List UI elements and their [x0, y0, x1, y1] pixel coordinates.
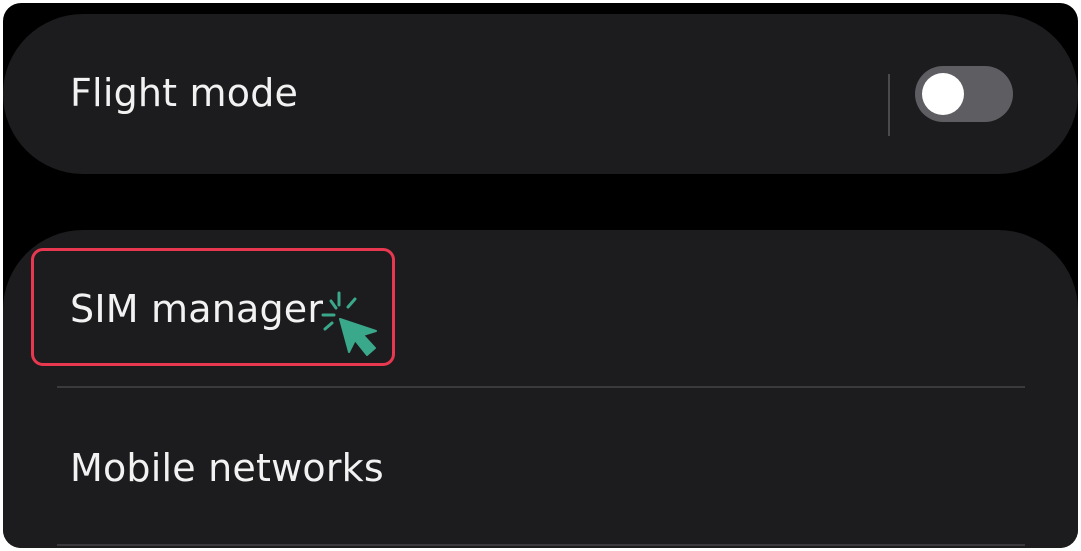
list-divider: [57, 386, 1025, 388]
flight-mode-toggle[interactable]: [915, 66, 1013, 122]
mobile-networks-item[interactable]: Mobile networks: [70, 446, 384, 490]
list-divider-bottom: [57, 544, 1025, 546]
toggle-knob: [922, 73, 964, 115]
click-cursor-icon: [321, 291, 377, 356]
flight-mode-divider: [888, 74, 890, 136]
settings-screen: Flight mode SIM manager Mobile networks: [3, 3, 1078, 548]
flight-mode-label[interactable]: Flight mode: [70, 71, 298, 115]
